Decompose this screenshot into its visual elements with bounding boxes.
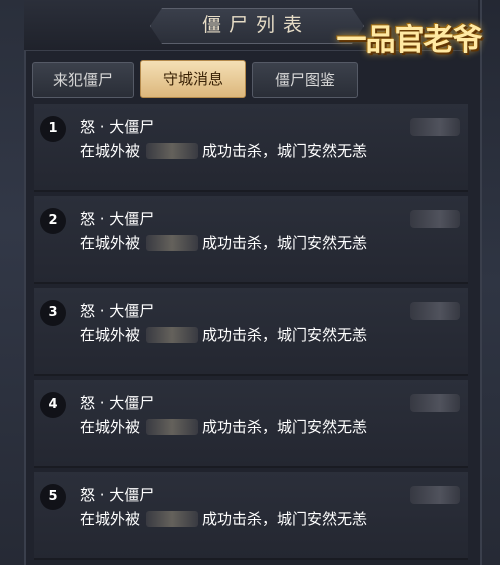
message-suffix: 成功击杀，城门安然无恙	[202, 418, 368, 436]
message-prefix: 在城外被	[80, 510, 141, 528]
redacted-timestamp	[410, 210, 460, 228]
zombie-name: 怒 · 大僵尸	[80, 118, 155, 136]
rank-badge: 2	[40, 208, 66, 234]
message-text: 在城外被 成功击杀，城门安然无恙	[80, 508, 367, 529]
message-suffix: 成功击杀，城门安然无恙	[202, 142, 368, 160]
rank-badge: 4	[40, 392, 66, 418]
redacted-player-name	[146, 235, 199, 251]
list-item: 5 怒 · 大僵尸 在城外被 成功击杀，城门安然无恙	[34, 472, 468, 560]
redacted-player-name	[146, 143, 199, 159]
redacted-player-name	[146, 327, 199, 343]
message-suffix: 成功击杀，城门安然无恙	[202, 234, 368, 252]
message-suffix: 成功击杀，城门安然无恙	[202, 510, 368, 528]
list-item: 4 怒 · 大僵尸 在城外被 成功击杀，城门安然无恙	[34, 380, 468, 468]
defense-message-list: 1 怒 · 大僵尸 在城外被 成功击杀，城门安然无恙 2 怒 · 大僵尸 在城外被…	[34, 100, 468, 565]
message-text: 在城外被 成功击杀，城门安然无恙	[80, 140, 367, 161]
game-logo: 一品官老爷	[336, 23, 483, 58]
redacted-player-name	[146, 511, 199, 527]
message-text: 在城外被 成功击杀，城门安然无恙	[80, 232, 367, 253]
redacted-timestamp	[410, 118, 460, 136]
tab-zombie-encyclopedia[interactable]: 僵尸图鉴	[252, 62, 358, 98]
zombie-name: 怒 · 大僵尸	[80, 302, 155, 320]
list-item: 1 怒 · 大僵尸 在城外被 成功击杀，城门安然无恙	[34, 104, 468, 192]
message-prefix: 在城外被	[80, 142, 141, 160]
tab-defense-messages[interactable]: 守城消息	[140, 60, 246, 98]
zombie-name: 怒 · 大僵尸	[80, 210, 155, 228]
message-text: 在城外被 成功击杀，城门安然无恙	[80, 416, 367, 437]
rank-badge: 5	[40, 484, 66, 510]
message-suffix: 成功击杀，城门安然无恙	[202, 326, 368, 344]
message-prefix: 在城外被	[80, 418, 141, 436]
list-item: 2 怒 · 大僵尸 在城外被 成功击杀，城门安然无恙	[34, 196, 468, 284]
message-prefix: 在城外被	[80, 234, 141, 252]
redacted-player-name	[146, 419, 199, 435]
zombie-name: 怒 · 大僵尸	[80, 486, 155, 504]
tab-incoming-zombies[interactable]: 来犯僵尸	[32, 62, 134, 98]
message-prefix: 在城外被	[80, 326, 141, 344]
list-item: 3 怒 · 大僵尸 在城外被 成功击杀，城门安然无恙	[34, 288, 468, 376]
rank-badge: 1	[40, 116, 66, 142]
background-left-edge	[0, 0, 26, 565]
redacted-timestamp	[410, 394, 460, 412]
redacted-timestamp	[410, 486, 460, 504]
redacted-timestamp	[410, 302, 460, 320]
rank-badge: 3	[40, 300, 66, 326]
zombie-name: 怒 · 大僵尸	[80, 394, 155, 412]
message-text: 在城外被 成功击杀，城门安然无恙	[80, 324, 367, 345]
